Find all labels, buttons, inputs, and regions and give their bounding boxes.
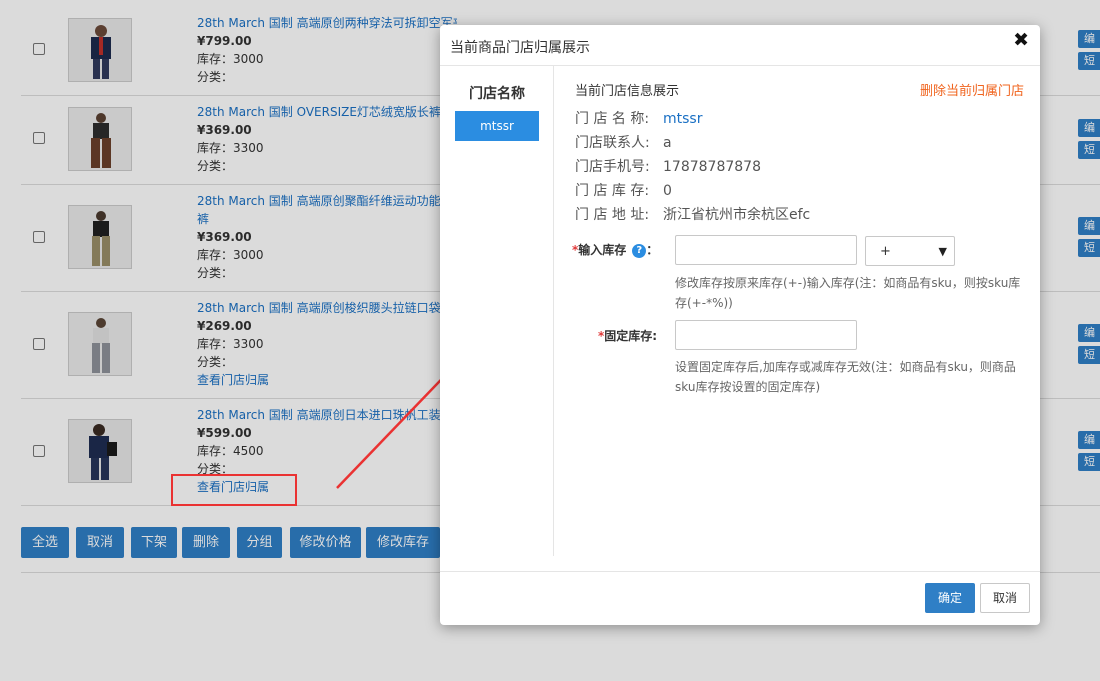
dialog-title: 当前商品门店归属展示: [450, 40, 590, 56]
store-name-value[interactable]: mtssr: [663, 111, 702, 127]
store-stock-value: 0: [663, 183, 672, 199]
fixed-stock-field[interactable]: [675, 320, 857, 350]
store-address-value: 浙江省杭州市余杭区efc: [663, 207, 811, 223]
close-icon[interactable]: ✖: [1013, 31, 1029, 50]
store-address-label: 门 店 地 址:: [575, 207, 650, 223]
store-ownership-dialog: 当前商品门店归属展示 ✖ 门店名称 mtssr 当前门店信息展示 删除当前归属门…: [440, 25, 1040, 625]
store-tab-mtssr[interactable]: mtssr: [455, 111, 539, 141]
delete-store-link[interactable]: 删除当前归属门店: [920, 80, 1024, 99]
stock-operator-select[interactable]: + ▼: [865, 236, 955, 266]
store-name-header: 门店名称: [469, 86, 525, 102]
store-contact-label: 门店联系人:: [575, 135, 650, 151]
store-phone-label: 门店手机号:: [575, 159, 650, 175]
caret-down-icon: ▼: [938, 245, 947, 258]
store-phone-value: 17878787878: [663, 159, 761, 175]
store-phone-row: 门店手机号: 17878787878: [575, 156, 761, 176]
input-stock-hint: 修改库存按原来库存(+-)输入库存(注：如商品有sku，则按sku库存(+-*%…: [675, 276, 1021, 310]
input-stock-field[interactable]: [675, 235, 857, 265]
dialog-footer: 确定 取消: [440, 571, 1040, 625]
store-contact-row: 门店联系人: a: [575, 132, 672, 152]
store-stock-label: 门 店 库 存:: [575, 183, 650, 199]
input-stock-label: *输入库存?：: [572, 243, 659, 258]
store-info-title: 当前门店信息展示: [575, 84, 680, 99]
store-sidebar: 门店名称 mtssr: [440, 66, 554, 556]
store-name-label: 门 店 名 称:: [575, 111, 650, 127]
store-name-row: 门 店 名 称: mtssr: [575, 108, 702, 128]
dialog-header: 当前商品门店归属展示 ✖: [440, 25, 1040, 66]
operator-value: +: [880, 244, 891, 259]
confirm-button[interactable]: 确定: [925, 583, 975, 613]
store-address-row: 门 店 地 址: 浙江省杭州市余杭区efc: [575, 204, 810, 224]
store-stock-row: 门 店 库 存: 0: [575, 180, 672, 200]
help-icon[interactable]: ?: [632, 243, 647, 258]
cancel-button[interactable]: 取消: [980, 583, 1030, 613]
fixed-stock-hint: 设置固定库存后,加库存或减库存无效(注：如商品有sku，则商品sku库存按设置的…: [675, 360, 1016, 394]
fixed-stock-label: *固定库存:: [598, 329, 658, 343]
store-contact-value: a: [663, 135, 672, 151]
